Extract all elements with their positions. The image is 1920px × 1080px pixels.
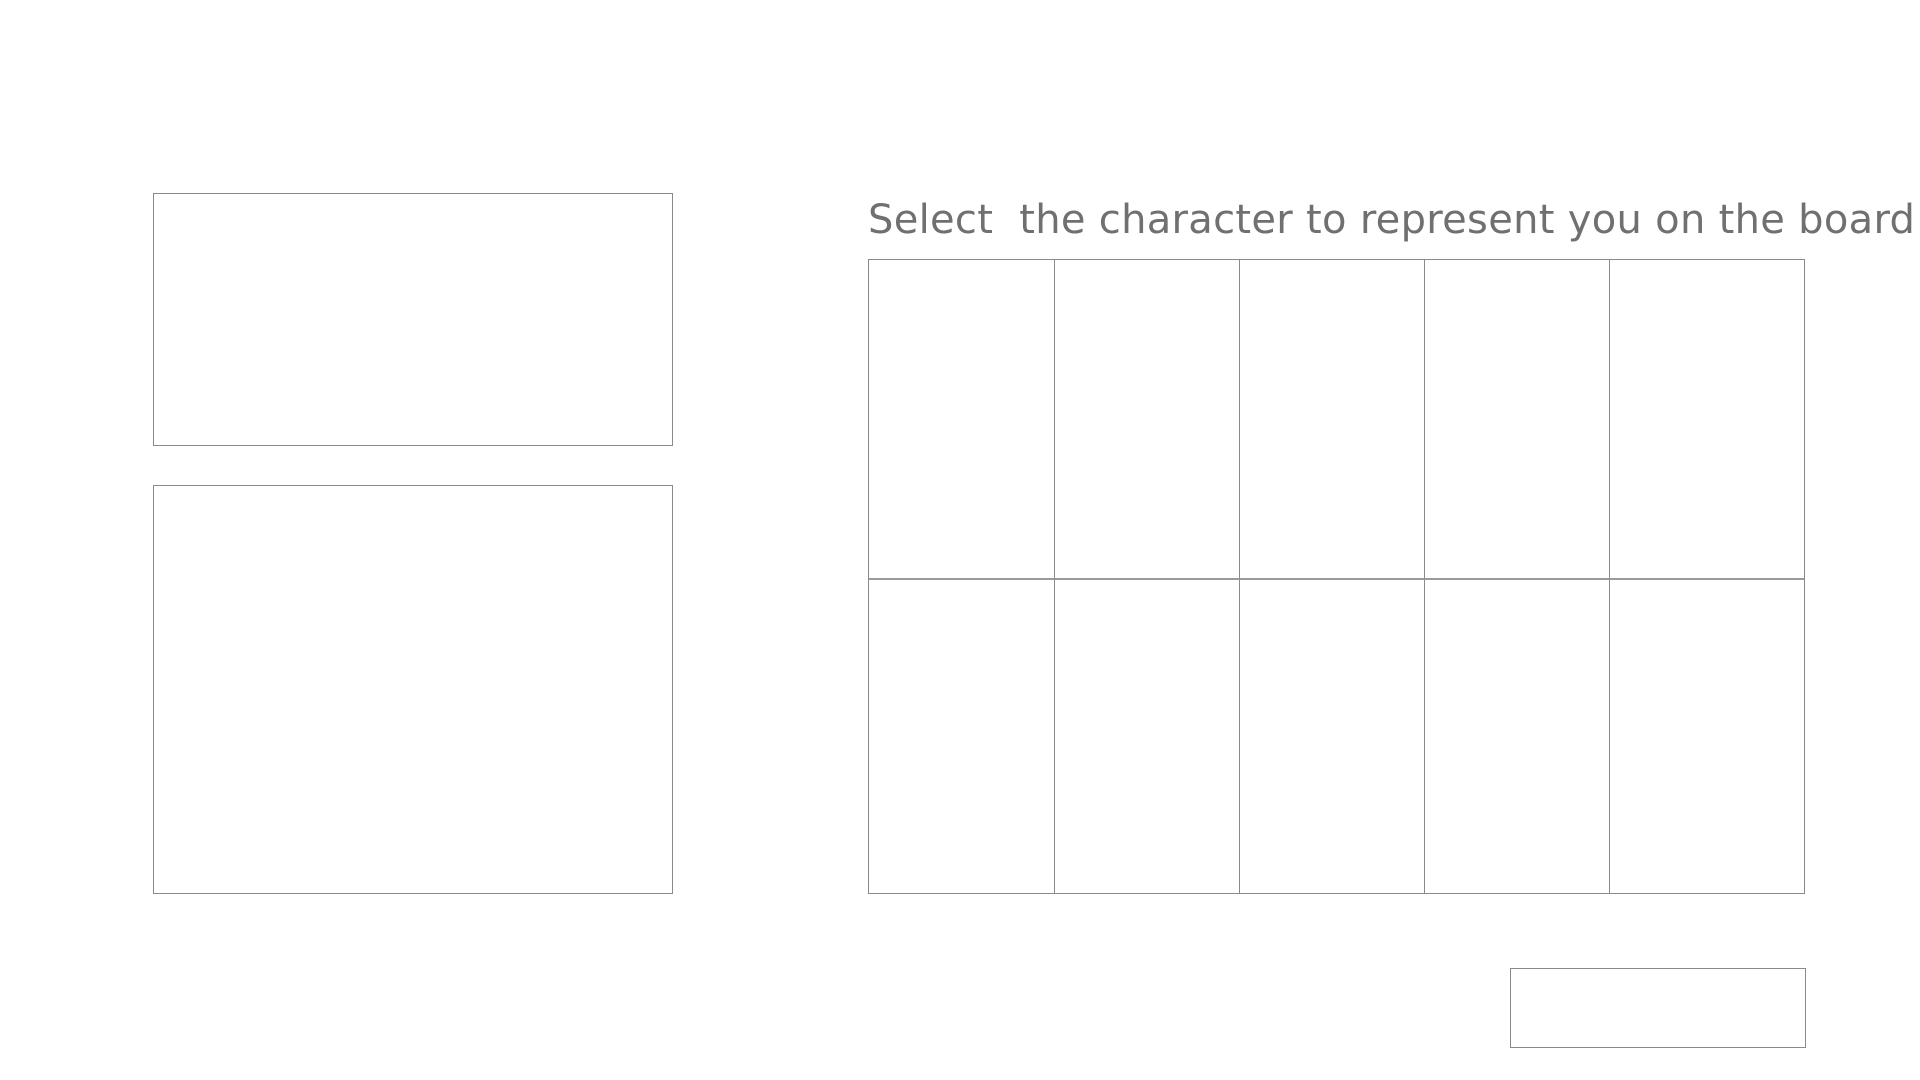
character-slot[interactable] bbox=[1240, 260, 1425, 580]
character-preview-panel bbox=[153, 193, 673, 446]
character-slot[interactable] bbox=[1055, 580, 1240, 893]
character-slot[interactable] bbox=[1240, 580, 1425, 893]
confirm-button[interactable] bbox=[1510, 968, 1806, 1048]
character-slot[interactable] bbox=[1425, 260, 1610, 580]
character-slot[interactable] bbox=[869, 580, 1055, 893]
page-title: Select the character to represent you on… bbox=[868, 197, 1916, 243]
character-slot[interactable] bbox=[1055, 260, 1240, 580]
character-slot[interactable] bbox=[1425, 580, 1610, 893]
character-slot[interactable] bbox=[869, 260, 1055, 580]
character-details-panel bbox=[153, 485, 673, 894]
character-slot[interactable] bbox=[1610, 260, 1804, 580]
character-slot[interactable] bbox=[1610, 580, 1804, 893]
character-grid bbox=[868, 259, 1805, 894]
